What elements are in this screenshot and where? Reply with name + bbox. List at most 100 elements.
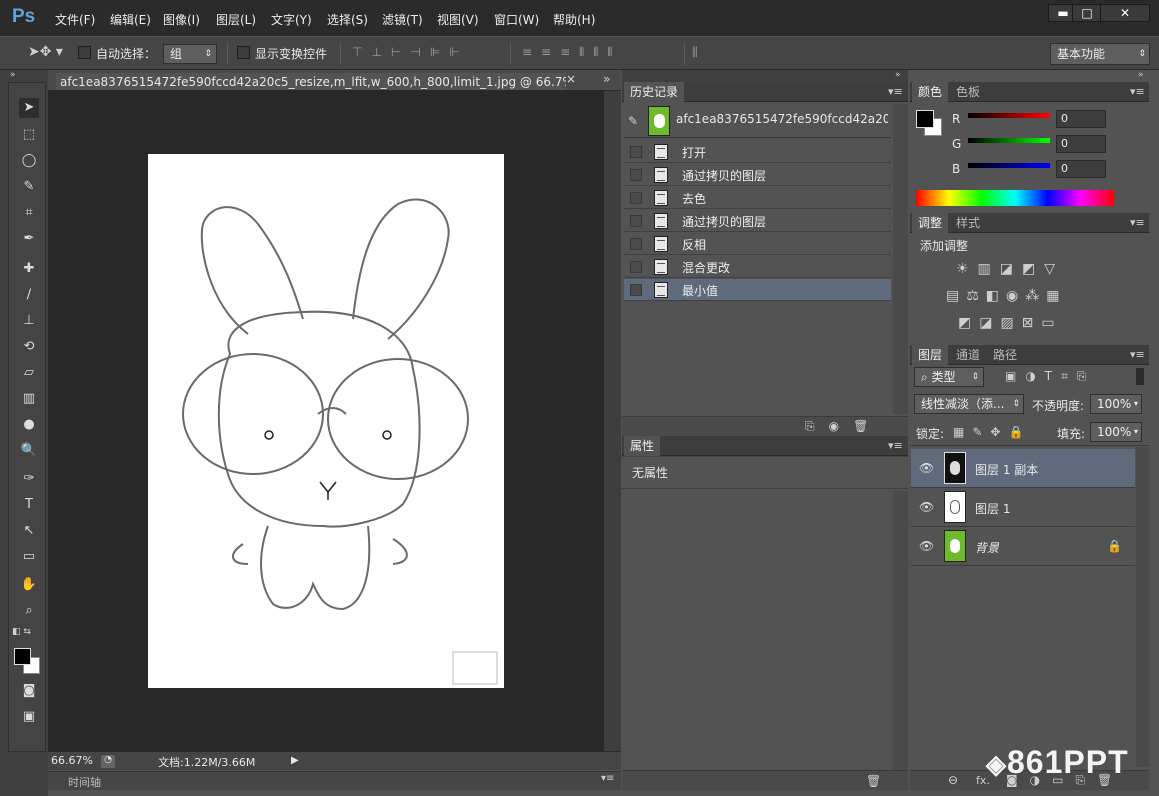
tab-history[interactable]: 历史记录	[624, 82, 685, 102]
timeline-menu-icon[interactable]: ▾≡	[601, 773, 614, 784]
link-layers-icon[interactable]: ⊖	[948, 773, 958, 787]
close-document-icon[interactable]: ×	[566, 72, 576, 86]
adjustment-row2-icons[interactable]: ▤⚖◧◉⁂▦	[946, 288, 1066, 304]
status-menu-icon[interactable]: ◔	[101, 755, 115, 768]
hand-tool-icon[interactable]: ✋	[19, 575, 39, 595]
menu-view[interactable]: 视图(V)	[437, 11, 479, 28]
tab-channels[interactable]: 通道	[950, 345, 986, 365]
color-menu-icon[interactable]: ▾≡	[1130, 85, 1145, 98]
history-brush-icon[interactable]: ⟲	[19, 337, 39, 357]
type-tool-icon[interactable]: T	[19, 495, 39, 515]
properties-scrollbar[interactable]	[893, 491, 908, 771]
distribute-icons[interactable]: ≡≡≡⫴⫴⫴	[522, 45, 621, 60]
properties-menu-icon[interactable]: ▾≡	[888, 439, 903, 452]
eye-icon[interactable]: 👁	[919, 539, 934, 553]
marquee-tool-icon[interactable]: ⬚	[19, 125, 39, 145]
history-snapshot[interactable]: ✎ afc1ea8376515472fe590fccd42a20c5_r...	[624, 104, 891, 138]
layer-name[interactable]: 图层 1	[975, 500, 1010, 517]
brush-tool-icon[interactable]: ∕	[19, 285, 39, 305]
lock-icons[interactable]: ▦✎✥🔒	[953, 425, 1031, 439]
lasso-tool-icon[interactable]: ◯	[19, 151, 39, 171]
layers-menu-icon[interactable]: ▾≡	[1130, 348, 1145, 361]
gradient-tool-icon[interactable]: ▥	[19, 389, 39, 409]
layer-filter-dropdown[interactable]: ⌕ 类型 ⇕	[914, 367, 984, 387]
maximize-button[interactable]: □	[1072, 4, 1102, 22]
workspace-dropdown[interactable]: 基本功能 ⇕	[1050, 43, 1150, 65]
layer-name[interactable]: 背景	[975, 539, 999, 556]
tab-color[interactable]: 颜色	[912, 82, 949, 102]
close-window-button[interactable]: ✕	[1100, 4, 1150, 22]
collapse-panels-icon[interactable]: »	[895, 70, 901, 80]
history-source-checkbox[interactable]	[630, 238, 642, 250]
adjustments-menu-icon[interactable]: ▾≡	[1130, 216, 1145, 229]
show-transform-checkbox[interactable]	[237, 46, 250, 59]
tab-styles[interactable]: 样式	[950, 213, 986, 233]
adjustment-row1-icons[interactable]: ☀▥◪◩▽	[956, 261, 1064, 277]
pen-tool-icon[interactable]: ✑	[19, 469, 39, 489]
auto-select-checkbox[interactable]	[78, 46, 91, 59]
move-tool-preset-icon[interactable]: ➤✥ ▾	[28, 44, 63, 60]
status-arrow-icon[interactable]: ▶	[291, 755, 299, 766]
default-colors-icon[interactable]: ◧ ⇆	[12, 627, 31, 637]
history-source-checkbox[interactable]	[630, 192, 642, 204]
eye-icon[interactable]: 👁	[919, 461, 934, 475]
tab-layers[interactable]: 图层	[912, 345, 949, 365]
history-item[interactable]: 打开	[624, 141, 891, 163]
history-source-checkbox[interactable]	[630, 261, 642, 273]
dodge-tool-icon[interactable]: 🔍	[19, 441, 39, 461]
menu-image[interactable]: 图像(I)	[163, 11, 200, 28]
tab-adjustments[interactable]: 调整	[912, 213, 949, 233]
tab-paths[interactable]: 路径	[987, 345, 1023, 365]
history-source-checkbox[interactable]	[630, 169, 642, 181]
history-actions-icons[interactable]: ⎘◉🗑	[805, 419, 882, 434]
history-item[interactable]: 去色	[624, 187, 891, 209]
opacity-field[interactable]: 100% ▾	[1090, 394, 1142, 414]
quick-mask-icon[interactable]: ◙	[19, 681, 39, 701]
history-item[interactable]: 反相	[624, 233, 891, 255]
eyedropper-tool-icon[interactable]: ✒	[19, 229, 39, 249]
layer-row[interactable]: 👁 图层 1 副本	[911, 449, 1135, 488]
timeline-label[interactable]: 时间轴	[68, 774, 101, 790]
history-source-checkbox[interactable]	[630, 215, 642, 227]
menu-filter[interactable]: 滤镜(T)	[382, 11, 423, 28]
tab-properties[interactable]: 属性	[624, 436, 661, 456]
filter-toggle[interactable]	[1136, 368, 1144, 385]
color-fg-swatch[interactable]	[916, 110, 934, 128]
blend-mode-dropdown[interactable]: 线性减淡（添... ⇕	[914, 394, 1024, 414]
snapshot-brush-icon[interactable]: ✎	[628, 114, 638, 128]
move-tool-icon[interactable]: ➤	[19, 98, 39, 118]
history-menu-icon[interactable]: ▾≡	[888, 85, 903, 98]
history-item[interactable]: 通过拷贝的图层	[624, 210, 891, 232]
expand-toolbox-icon[interactable]: »	[10, 70, 16, 80]
auto-select-dropdown[interactable]: 组 ⇕	[163, 44, 217, 64]
fill-field[interactable]: 100% ▾	[1090, 422, 1142, 442]
align-icons[interactable]: ⊤⊥⊢⊣⊫⊩	[352, 45, 469, 59]
menu-window[interactable]: 窗口(W)	[494, 11, 539, 28]
document-tab-title[interactable]: afc1ea8376515472fe590fccd42a20c5_resize,…	[56, 73, 566, 90]
g-slider[interactable]	[968, 138, 1050, 143]
path-select-tool-icon[interactable]: ↖	[19, 521, 39, 541]
g-value[interactable]: 0	[1056, 135, 1106, 153]
layers-scrollbar[interactable]	[1136, 447, 1149, 767]
document-canvas[interactable]	[148, 154, 504, 688]
screen-mode-icon[interactable]: ▣	[19, 707, 39, 727]
r-value[interactable]: 0	[1056, 110, 1106, 128]
menu-select[interactable]: 选择(S)	[327, 11, 368, 28]
history-scrollbar[interactable]	[893, 104, 908, 414]
layer-row[interactable]: 👁 图层 1	[911, 488, 1135, 527]
zoom-level[interactable]: 66.67%	[51, 754, 93, 767]
zoom-tool-icon[interactable]: ⌕	[19, 601, 39, 621]
eraser-tool-icon[interactable]: ▱	[19, 363, 39, 383]
crop-tool-icon[interactable]: ⌗	[19, 203, 39, 223]
more-tabs-icon[interactable]: »	[603, 72, 610, 86]
canvas-scrollbar[interactable]	[604, 91, 621, 751]
layer-name[interactable]: 图层 1 副本	[975, 461, 1038, 478]
menu-edit[interactable]: 编辑(E)	[110, 11, 151, 28]
trash-icon[interactable]: 🗑	[866, 774, 881, 788]
tab-swatches[interactable]: 色板	[950, 82, 986, 102]
r-slider[interactable]	[968, 113, 1050, 118]
history-item[interactable]: 最小值	[624, 279, 891, 301]
blur-tool-icon[interactable]: ●	[19, 415, 39, 435]
history-source-checkbox[interactable]	[630, 284, 642, 296]
adjustment-row3-icons[interactable]: ◩◪▨⊠▭	[958, 315, 1063, 331]
